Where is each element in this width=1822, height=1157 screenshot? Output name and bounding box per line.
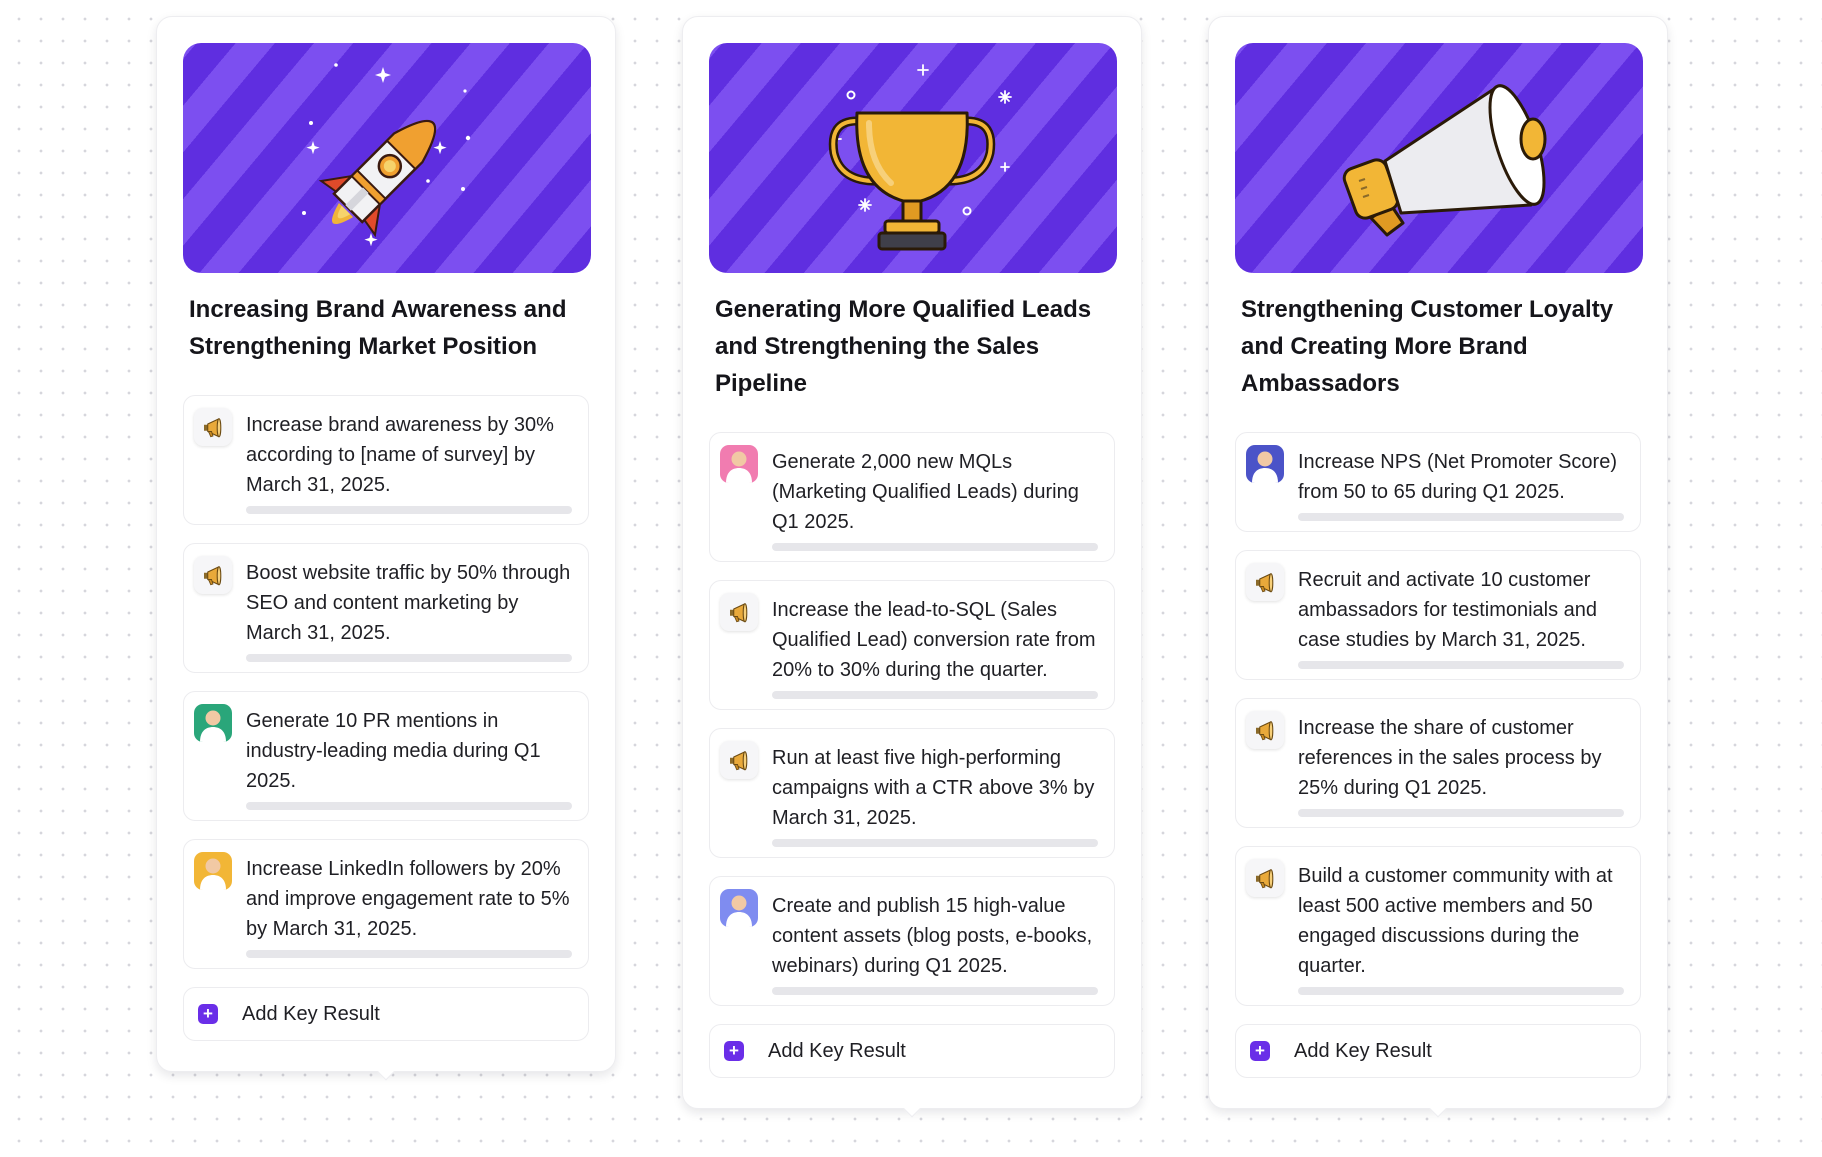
avatar[interactable] [194,852,232,890]
card-connector [377,1063,395,1081]
avatar[interactable] [1246,445,1284,483]
key-result-progress-bar [1298,987,1624,995]
objective-title: Strengthening Customer Loyalty and Creat… [1241,296,1614,397]
avatar[interactable] [720,889,758,927]
key-result-text: Build a customer community with at least… [1298,865,1613,977]
add-key-result-label: Add Key Result [768,1039,906,1062]
megaphone-icon [194,408,232,446]
key-result-progress-bar [246,506,572,514]
key-result-progress-bar [772,987,1098,995]
add-key-result-button[interactable]: + Add Key Result [183,987,589,1041]
card-connector [1429,1100,1447,1118]
objective-hero-banner [709,43,1117,273]
objective-hero-banner [1235,43,1643,273]
okr-board: Increasing Brand Awareness and Strengthe… [0,0,1822,1157]
megaphone-icon [720,593,758,631]
objective-hero-banner [183,43,591,273]
key-result-text: Increase the share of customer reference… [1298,717,1602,799]
megaphone-icon [1246,563,1284,601]
key-result-item[interactable]: Run at least five high-performing campai… [709,728,1115,858]
rocket-icon [302,63,471,247]
megaphone-icon [1246,859,1284,897]
key-result-text: Run at least five high-performing campai… [772,747,1095,829]
key-result-text: Generate 2,000 new MQLs (Marketing Quali… [772,451,1079,533]
key-result-item[interactable]: Build a customer community with at least… [1235,846,1641,1006]
key-result-item[interactable]: Increase the share of customer reference… [1235,698,1641,828]
plus-icon: + [1250,1041,1270,1061]
megaphone-icon [720,741,758,779]
card-connector [903,1100,921,1118]
key-result-item[interactable]: Increase brand awareness by 30% accordin… [183,395,589,525]
trophy-icon [828,64,1012,251]
key-result-text: Increase LinkedIn followers by 20% and i… [246,858,570,940]
key-result-progress-bar [246,654,572,662]
key-result-item[interactable]: Boost website traffic by 50% through SEO… [183,543,589,673]
objective-title: Increasing Brand Awareness and Strengthe… [189,296,567,360]
key-result-text: Boost website traffic by 50% through SEO… [246,562,571,644]
key-result-progress-bar [246,802,572,810]
key-result-text: Recruit and activate 10 customer ambassa… [1298,569,1598,651]
add-key-result-button[interactable]: + Add Key Result [1235,1024,1641,1078]
key-result-item[interactable]: Generate 2,000 new MQLs (Marketing Quali… [709,432,1115,562]
key-result-item[interactable]: Increase NPS (Net Promoter Score) from 5… [1235,432,1641,532]
megaphone-icon [1342,84,1547,237]
key-result-progress-bar [772,543,1098,551]
key-result-progress-bar [246,950,572,958]
objective-card[interactable]: Strengthening Customer Loyalty and Creat… [1208,16,1668,1118]
key-result-text: Create and publish 15 high-value content… [772,895,1093,977]
key-result-item[interactable]: Generate 10 PR mentions in industry-lead… [183,691,589,821]
megaphone-icon [1246,711,1284,749]
avatar[interactable] [720,445,758,483]
add-key-result-label: Add Key Result [1294,1039,1432,1062]
add-key-result-button[interactable]: + Add Key Result [709,1024,1115,1078]
avatar[interactable] [194,704,232,742]
key-result-text: Increase NPS (Net Promoter Score) from 5… [1298,451,1617,503]
key-result-text: Increase the lead-to-SQL (Sales Qualifie… [772,599,1096,681]
key-result-progress-bar [1298,809,1624,817]
key-result-item[interactable]: Increase LinkedIn followers by 20% and i… [183,839,589,969]
objective-card[interactable]: Generating More Qualified Leads and Stre… [682,16,1142,1118]
key-result-text: Generate 10 PR mentions in industry-lead… [246,710,541,792]
plus-icon: + [724,1041,744,1061]
objective-card[interactable]: Increasing Brand Awareness and Strengthe… [156,16,616,1081]
plus-icon: + [198,1004,218,1024]
objective-title: Generating More Qualified Leads and Stre… [715,296,1092,397]
key-result-progress-bar [1298,513,1624,521]
key-result-progress-bar [772,691,1098,699]
megaphone-icon [194,556,232,594]
key-result-item[interactable]: Increase the lead-to-SQL (Sales Qualifie… [709,580,1115,710]
key-result-progress-bar [1298,661,1624,669]
key-result-progress-bar [772,839,1098,847]
add-key-result-label: Add Key Result [242,1002,380,1025]
key-result-item[interactable]: Recruit and activate 10 customer ambassa… [1235,550,1641,680]
key-result-item[interactable]: Create and publish 15 high-value content… [709,876,1115,1006]
key-result-text: Increase brand awareness by 30% accordin… [246,414,554,496]
